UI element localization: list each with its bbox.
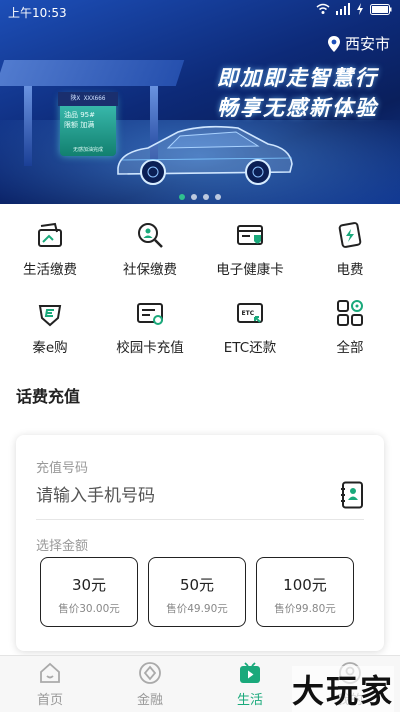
service-living-payment[interactable]: 生活缴费 xyxy=(0,216,100,294)
station-canopy xyxy=(0,60,185,86)
amount-face: 100元 xyxy=(283,576,327,594)
tab-label: 首页 xyxy=(36,693,63,708)
input-divider xyxy=(36,519,364,520)
service-grid: 生活缴费 社保缴费 电子健康卡 电费 秦e购 校园卡充值 ETC ETC还款 全… xyxy=(0,216,400,372)
service-etc-repay[interactable]: ETC ETC还款 xyxy=(200,294,300,372)
service-label: 生活缴费 xyxy=(23,262,77,278)
tab-finance[interactable]: 金融 xyxy=(100,656,200,712)
amount-option-30[interactable]: 30元 售价30.00元 xyxy=(40,557,138,627)
carousel-dot[interactable] xyxy=(191,194,197,200)
svg-text:ETC: ETC xyxy=(242,310,255,317)
amount-options: 30元 售价30.00元 50元 售价49.90元 100元 售价99.80元 xyxy=(40,557,354,627)
electricity-icon xyxy=(338,222,362,248)
service-health-card[interactable]: 电子健康卡 xyxy=(200,216,300,294)
signal-icon xyxy=(336,3,350,15)
service-label: 全部 xyxy=(336,340,364,356)
recharge-card: 充值号码 选择金额 30元 售价30.00元 50元 售价49.90元 100元… xyxy=(16,435,384,651)
service-label: 电费 xyxy=(336,262,364,278)
contacts-book-icon[interactable] xyxy=(340,481,364,509)
charging-icon xyxy=(357,3,363,15)
tab-label: 金融 xyxy=(136,693,163,708)
service-campus-card[interactable]: 校园卡充值 xyxy=(100,294,200,372)
amount-price: 售价99.80元 xyxy=(274,603,336,615)
amount-price: 售价49.90元 xyxy=(166,603,228,615)
pump-plate: 陕X XXX666 xyxy=(58,92,118,106)
status-icons xyxy=(316,3,392,15)
status-time: 上午10:53 xyxy=(8,6,67,20)
car-illustration xyxy=(117,125,293,185)
battery-icon xyxy=(370,3,392,15)
etc-card-icon: ETC xyxy=(237,303,263,323)
tab-life[interactable]: 生活 xyxy=(200,656,300,712)
service-label: 校园卡充值 xyxy=(116,340,184,356)
home-icon xyxy=(40,662,60,683)
location-selector[interactable]: 西安市 xyxy=(327,33,390,54)
pump-fuel: 油品 95# xyxy=(64,111,95,119)
service-label: 电子健康卡 xyxy=(216,262,284,278)
amount-face: 30元 xyxy=(71,576,107,594)
station-pillar xyxy=(24,86,32,166)
status-bar: 上午10:53 xyxy=(0,0,400,24)
carousel-dot[interactable] xyxy=(215,194,221,200)
health-card-icon xyxy=(237,225,263,245)
bill-wallet-icon xyxy=(38,222,62,247)
watermark: 大玩家 xyxy=(291,666,394,712)
promo-banner[interactable]: 陕X XXX666 油品 95# 限额 加满 无感加油完成 即加即走智慧行 畅享… xyxy=(0,0,400,204)
service-qin-e-shop[interactable]: 秦e购 xyxy=(0,294,100,372)
all-grid-icon xyxy=(337,300,363,326)
location-pin-icon xyxy=(327,35,340,52)
service-label: ETC还款 xyxy=(223,340,277,356)
campus-card-icon xyxy=(137,303,163,325)
service-label: 秦e购 xyxy=(32,340,68,356)
carousel-indicator xyxy=(0,194,400,200)
tab-label: 生活 xyxy=(236,693,263,708)
amount-face: 50元 xyxy=(179,576,215,594)
finance-icon xyxy=(139,662,161,684)
wifi-icon xyxy=(316,3,330,14)
amount-option-100[interactable]: 100元 售价99.80元 xyxy=(256,557,354,627)
amount-price: 售价30.00元 xyxy=(58,603,120,615)
pump-limit: 限额 加满 xyxy=(64,121,95,129)
search-people-icon xyxy=(138,223,163,248)
city-name: 西安市 xyxy=(344,35,390,53)
life-play-icon xyxy=(240,662,260,683)
service-label: 社保缴费 xyxy=(123,262,177,278)
pump-info: 油品 95# 限额 加满 xyxy=(64,110,112,130)
service-electricity[interactable]: 电费 xyxy=(300,216,400,294)
service-all[interactable]: 全部 xyxy=(300,294,400,372)
carousel-dot[interactable] xyxy=(179,194,185,200)
amount-option-50[interactable]: 50元 售价49.90元 xyxy=(148,557,246,627)
recharge-section-title: 话费充值 xyxy=(16,387,81,406)
phone-label: 充值号码 xyxy=(36,461,89,476)
banner-slogan-line2: 畅享无感新体验 xyxy=(217,96,378,120)
service-social-security[interactable]: 社保缴费 xyxy=(100,216,200,294)
phone-input[interactable] xyxy=(34,479,338,513)
tab-home[interactable]: 首页 xyxy=(0,656,100,712)
pump-footer: 无感加油完成 xyxy=(72,147,103,153)
amount-label: 选择金额 xyxy=(36,539,89,554)
shopping-e-icon xyxy=(38,305,62,327)
carousel-dot[interactable] xyxy=(203,194,209,200)
banner-slogan-line1: 即加即走智慧行 xyxy=(217,66,378,90)
